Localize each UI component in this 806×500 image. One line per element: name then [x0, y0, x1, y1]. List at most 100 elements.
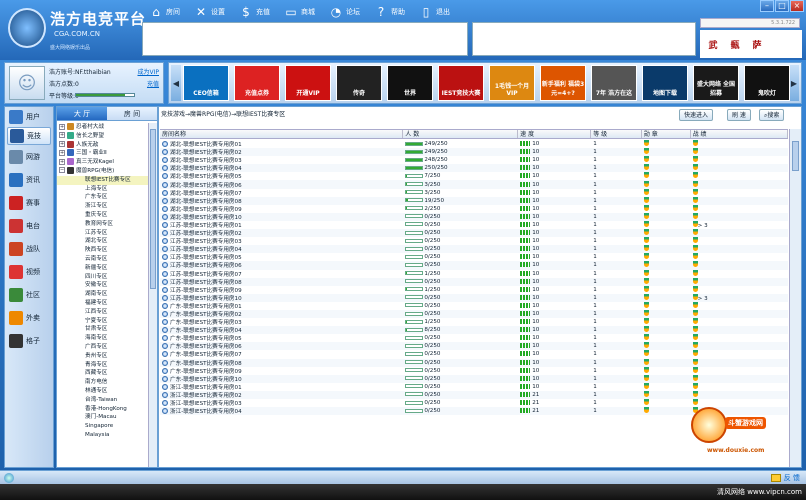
vip-link[interactable]: 成为VIP	[138, 67, 160, 76]
tree-zone[interactable]: 江西专区	[57, 308, 149, 317]
feedback-button[interactable]: 反 馈	[770, 473, 800, 483]
tree-zone[interactable]: 宁夏专区	[57, 317, 149, 326]
table-row[interactable]: 湖北-联想IEST比赛专用房06 3/250 10 1	[160, 180, 788, 189]
promo-tile[interactable]: 地图下载	[642, 65, 688, 101]
leftnav-item[interactable]: 外卖	[7, 307, 51, 329]
promo-tile[interactable]: IEST竞技大赛	[438, 65, 484, 101]
avatar[interactable]: ☺	[9, 66, 45, 100]
expand-toggle[interactable]: +	[59, 132, 65, 139]
tree-zone[interactable]: 江苏专区	[57, 229, 149, 238]
table-row[interactable]: 湖北-联想IEST比赛专用房05 7/250 10 1	[160, 172, 788, 180]
promo-next-button[interactable]: ▶	[789, 65, 799, 101]
tree-zone[interactable]: 香港-HongKong	[57, 405, 149, 414]
tree-zone[interactable]: 湖南专区	[57, 290, 149, 299]
tree-zone[interactable]: 四川专区	[57, 273, 149, 282]
table-row[interactable]: 广东-联想IEST比赛专用房01 0/250 10 1	[160, 301, 788, 310]
leftnav-item[interactable]: 电台	[7, 215, 51, 237]
leftnav-item[interactable]: 社区	[7, 284, 51, 306]
tree-zone[interactable]: Singapore	[57, 422, 149, 431]
tree-scrollbar[interactable]	[148, 123, 157, 467]
topnav-3[interactable]: ▭ 商城	[279, 2, 320, 22]
table-row[interactable]: 湖北-联想IEST比赛专用房07 3/250 10 1	[160, 188, 788, 197]
minimize-button[interactable]: –	[760, 0, 774, 12]
table-row[interactable]: 江苏-联想IEST比赛专用房06 0/250 10 1	[160, 261, 788, 270]
table-row[interactable]: 广东-联想IEST比赛专用房02 0/250 10 1	[160, 309, 788, 319]
table-row[interactable]: 广东-联想IEST比赛专用房10 0/250 10 1	[160, 374, 788, 383]
tree-tab[interactable]: 大 厅	[57, 107, 107, 120]
side-icon[interactable]: 武	[704, 35, 722, 53]
table-row[interactable]: 湖北-联想IEST比赛专用房10 0/250 10 1	[160, 212, 788, 221]
tree-zone[interactable]: 上海专区	[57, 185, 149, 194]
tree-zone[interactable]: Malaysia	[57, 431, 149, 440]
promo-tile[interactable]: 盛大网络 全国招募	[693, 65, 739, 101]
table-row[interactable]: 广东-联想IEST比赛专用房03 1/250 10 1	[160, 318, 788, 326]
search-button[interactable]: ⌕搜索	[759, 109, 785, 121]
tree-zone[interactable]: 林通专区	[57, 387, 149, 396]
tree-zone[interactable]: 福建专区	[57, 299, 149, 308]
promo-tile[interactable]: 世界	[387, 65, 433, 101]
tree-zone[interactable]: 浙江专区	[57, 202, 149, 211]
table-row[interactable]: 湖北-联想IEST比赛专用房01 249/250 10 1	[160, 140, 788, 148]
topnav-2[interactable]: $ 充值	[234, 2, 275, 22]
promo-tile[interactable]: 开通VIP	[285, 65, 331, 101]
maximize-button[interactable]: □	[775, 0, 789, 12]
column-header[interactable]: 等 级	[591, 130, 642, 138]
promo-tile[interactable]: 7年 浩方在这	[591, 65, 637, 101]
tree-game[interactable]: + 三国・霸业Ⅱ	[57, 149, 149, 158]
table-row[interactable]: 江苏-联想IEST比赛专用房04 0/250 10 1	[160, 245, 788, 254]
tree-zone[interactable]: 陕西专区	[57, 246, 149, 255]
column-header[interactable]: 战 绩	[691, 130, 788, 138]
tree-zone[interactable]: 甘肃专区	[57, 325, 149, 334]
close-button[interactable]: ×	[790, 0, 804, 12]
tree-zone[interactable]: 西藏专区	[57, 369, 149, 378]
tree-tab[interactable]: 房 间	[107, 107, 157, 120]
tree-zone[interactable]: 广西专区	[57, 343, 149, 352]
quick-enter-button[interactable]: 快速进入	[679, 109, 714, 121]
column-header[interactable]: 速 度	[518, 130, 592, 138]
table-row[interactable]: 广东-联想IEST比赛专用房07 0/250 10 1	[160, 350, 788, 358]
column-header[interactable]: 勋 章	[642, 130, 691, 138]
promo-prev-button[interactable]: ◀	[171, 65, 181, 101]
expand-toggle[interactable]: +	[59, 141, 65, 148]
tree-game[interactable]: + 真三无双Kagel	[57, 158, 149, 167]
promo-tile[interactable]: 1毛钱一个月VIP	[489, 65, 535, 101]
tree-zone[interactable]: 青海专区	[57, 361, 149, 370]
expand-toggle[interactable]: +	[59, 149, 65, 156]
tree-zone[interactable]: 安徽专区	[57, 281, 149, 290]
tree-game[interactable]: + 忍者村大战	[57, 123, 149, 132]
leftnav-item[interactable]: 视频	[7, 261, 51, 283]
table-row[interactable]: 湖北-联想IEST比赛专用房03 248/250 10 1	[160, 156, 788, 164]
tree-zone[interactable]: 贵州专区	[57, 352, 149, 361]
tree-zone[interactable]: 重庆专区	[57, 211, 149, 220]
promo-tile[interactable]: 充值点券	[234, 65, 280, 101]
promo-tile[interactable]: 新手福利 福袋3元=4+?	[540, 65, 586, 101]
refresh-button[interactable]: 刷 速	[727, 109, 751, 121]
tree-zone[interactable]: 教育网专区	[57, 220, 149, 229]
topnav-6[interactable]: ▯ 退出	[414, 2, 455, 22]
table-row[interactable]: 湖北-联想IEST比赛专用房04 250/250 10 1	[160, 164, 788, 173]
table-row[interactable]: 江苏-联想IEST比赛专用房03 0/250 10 1	[160, 237, 788, 245]
table-row[interactable]: 江苏-联想IEST比赛专用房01 0/250 10 1 > 3	[160, 220, 788, 229]
tree-game[interactable]: − 魔兽RPG(电信)	[57, 166, 149, 176]
leftnav-item[interactable]: 赛事	[7, 192, 51, 214]
tree-zone[interactable]: 新疆专区	[57, 264, 149, 273]
leftnav-item[interactable]: 战队	[7, 238, 51, 260]
promo-tile[interactable]: CEO信箱	[183, 65, 229, 101]
tree-zone[interactable]: 台湾-Taiwan	[57, 396, 149, 405]
table-row[interactable]: 江苏-联想IEST比赛专用房02 0/250 10 1	[160, 229, 788, 238]
table-row[interactable]: 广东-联想IEST比赛专用房04 8/250 10 1	[160, 326, 788, 335]
table-row[interactable]: 江苏-联想IEST比赛专用房08 0/250 10 1	[160, 277, 788, 286]
table-row[interactable]: 浙江-联想IEST比赛专用房02 0/250 21 1	[160, 390, 788, 399]
tree-zone[interactable]: 广东专区	[57, 193, 149, 202]
tree-zone[interactable]: 云南专区	[57, 255, 149, 264]
promo-tile[interactable]: 传奇	[336, 65, 382, 101]
tree-game[interactable]: + 人族无敌	[57, 140, 149, 150]
table-row[interactable]: 广东-联想IEST比赛专用房09 0/250 10 1	[160, 366, 788, 375]
tree-game[interactable]: + 信长之野望	[57, 131, 149, 141]
column-header[interactable]: 人 数	[403, 130, 519, 138]
expand-toggle[interactable]: −	[59, 167, 65, 174]
expand-toggle[interactable]: +	[59, 123, 65, 130]
table-row[interactable]: 江苏-联想IEST比赛专用房10 0/250 10 1 > 3	[160, 293, 788, 302]
leftnav-item[interactable]: 竞技	[7, 127, 51, 145]
side-icon[interactable]: 甀	[726, 35, 744, 53]
